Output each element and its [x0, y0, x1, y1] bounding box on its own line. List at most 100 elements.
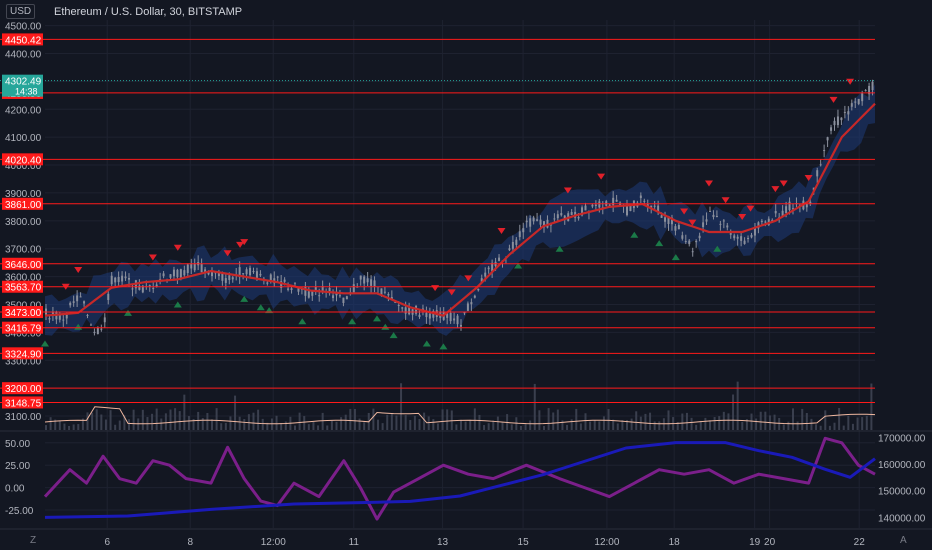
volume-bar	[141, 409, 144, 430]
volume-bar	[870, 383, 873, 430]
obv-axis-tick: 170000.00	[878, 433, 926, 444]
candle-body	[536, 219, 539, 221]
volume-bar	[169, 409, 172, 430]
currency-button[interactable]: USD	[6, 4, 36, 19]
candle-body	[100, 328, 103, 330]
volume-bar	[787, 421, 790, 430]
level-label: 3563.70	[5, 283, 42, 294]
candle-body	[840, 117, 843, 121]
candle-body	[48, 318, 51, 320]
candle-body	[294, 282, 296, 284]
volume-bar	[838, 408, 841, 430]
volume-bar	[363, 422, 366, 430]
candle-body	[684, 241, 687, 243]
volume-bar	[436, 423, 439, 430]
volume-bar	[598, 421, 601, 430]
candle-body	[65, 314, 68, 319]
osc-axis-tick: 0.00	[5, 484, 25, 495]
volume-bar	[95, 409, 98, 430]
level-label: 3861.00	[5, 200, 42, 211]
volume-bar	[183, 394, 186, 430]
candle-body	[826, 137, 829, 141]
volume-bar	[510, 424, 513, 430]
chart-canvas[interactable]: 4500.004400.004300.004200.004100.004000.…	[0, 0, 932, 550]
volume-bar	[460, 419, 462, 430]
volume-bar	[45, 425, 47, 430]
volume-bar	[377, 419, 379, 430]
volume-bar	[782, 424, 785, 430]
volume-bar	[298, 412, 301, 430]
time-axis-tick: 6	[104, 537, 110, 548]
volume-bar	[234, 395, 237, 430]
zoom-reset-button[interactable]: Z	[30, 535, 36, 546]
volume-bar	[372, 408, 375, 430]
candle-body	[518, 231, 521, 238]
level-label: 3148.75	[5, 398, 42, 409]
chart-title: Ethereum / U.S. Dollar, 30, BITSTAMP	[54, 6, 243, 18]
volume-bar	[326, 425, 329, 430]
candle-body	[522, 228, 525, 233]
candle-body	[560, 213, 563, 216]
candle-body	[363, 276, 366, 284]
level-label: 4450.42	[5, 35, 42, 46]
candle-body	[252, 271, 255, 273]
volume-bar	[386, 414, 389, 430]
volume-bar	[400, 383, 403, 430]
candle-body	[553, 218, 556, 220]
candle-body	[428, 313, 431, 319]
candle-body	[96, 327, 99, 335]
volume-bar	[197, 411, 200, 430]
candle-body	[138, 285, 141, 290]
volume-bar	[49, 417, 52, 430]
candle-body	[577, 216, 580, 219]
volume-bar	[100, 414, 103, 430]
candle-body	[830, 127, 833, 131]
volume-bar	[473, 408, 476, 430]
volume-bar	[496, 416, 499, 430]
volume-bar	[543, 425, 545, 430]
volume-bar	[519, 425, 522, 430]
candle-body	[470, 302, 473, 305]
obv-axis-tick: 140000.00	[878, 513, 926, 524]
volume-bar	[764, 411, 767, 430]
candle-body	[598, 201, 601, 208]
volume-bar	[856, 417, 859, 430]
buy-signal-marker	[373, 315, 381, 322]
volume-bar	[699, 420, 702, 430]
volume-bar	[819, 425, 822, 430]
price-axis-tick: 3800.00	[5, 217, 42, 228]
volume-bar	[529, 420, 532, 430]
candle-body	[228, 275, 231, 280]
time-axis-tick: 11	[349, 537, 360, 548]
candle-body	[83, 301, 86, 304]
candle-body	[370, 279, 373, 286]
candle-body	[764, 221, 767, 223]
volume-bar	[275, 415, 278, 430]
volume-bar	[635, 411, 638, 430]
volume-bar	[178, 411, 181, 430]
candle-body	[128, 278, 130, 280]
candle-body	[836, 116, 839, 126]
volume-bar	[801, 408, 804, 430]
buy-signal-marker	[348, 318, 357, 325]
sell-signal-marker	[779, 180, 788, 187]
candle-body	[93, 331, 96, 334]
auto-scale-button[interactable]: A	[900, 535, 907, 546]
volume-bar	[257, 409, 260, 430]
buy-signal-marker	[671, 254, 680, 261]
obv-axis-tick: 160000.00	[878, 460, 926, 471]
candle-body	[221, 273, 224, 281]
volume-bar	[294, 425, 296, 430]
candle-body	[805, 204, 808, 208]
sell-signal-marker	[771, 186, 780, 193]
candle-body	[62, 319, 65, 321]
volume-bar	[238, 416, 241, 430]
volume-bar	[778, 417, 781, 430]
candle-body	[747, 238, 750, 240]
volume-bar	[552, 412, 555, 430]
candle-body	[681, 235, 684, 239]
candle-body	[498, 257, 501, 261]
candle-body	[626, 205, 628, 216]
osc-axis-tick: 25.00	[5, 461, 30, 472]
candle-body	[338, 295, 341, 297]
